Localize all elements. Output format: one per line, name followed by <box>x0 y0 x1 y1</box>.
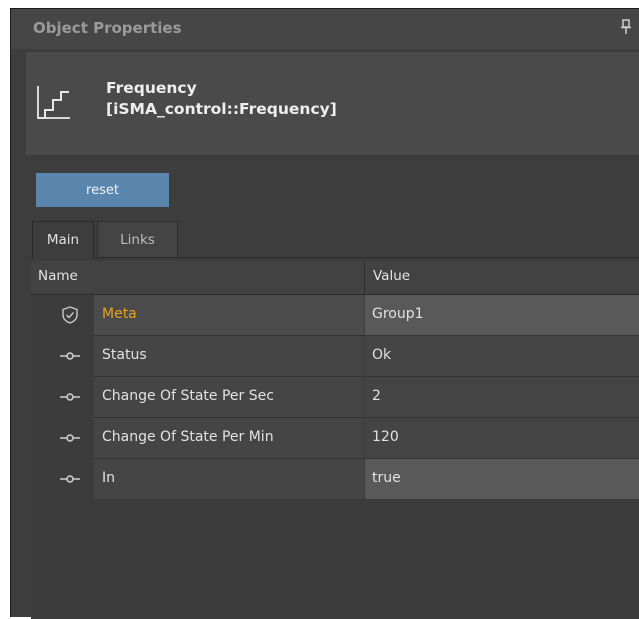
row-value: true <box>372 470 401 486</box>
step-function-icon <box>36 84 72 120</box>
table-row[interactable]: Meta Group1 <box>31 295 639 335</box>
table-row[interactable]: Change Of State Per Min 120 <box>31 418 639 458</box>
object-type: [iSMA_control::Frequency] <box>106 100 337 118</box>
name-cell <box>94 459 364 499</box>
object-properties-panel: Object Properties Frequency [iSMA_contro… <box>10 8 639 619</box>
row-value: 2 <box>372 388 381 404</box>
value-cell[interactable] <box>365 336 639 376</box>
slot-icon <box>59 429 81 447</box>
panel-titlebar: Object Properties <box>11 9 639 49</box>
row-name: In <box>102 470 116 486</box>
row-value: Ok <box>372 347 392 363</box>
slot-icon <box>59 470 81 488</box>
tab-main[interactable]: Main <box>32 221 94 258</box>
table-row[interactable]: Status Ok <box>31 336 639 376</box>
slot-icon <box>59 347 81 365</box>
column-divider[interactable] <box>364 261 365 294</box>
table-row[interactable]: In true <box>31 459 639 499</box>
row-name: Meta <box>102 306 137 322</box>
value-cell[interactable] <box>365 418 639 458</box>
row-name: Change Of State Per Min <box>102 429 274 445</box>
object-header: Frequency [iSMA_control::Frequency] <box>26 52 639 155</box>
tab-links[interactable]: Links <box>97 221 178 257</box>
column-header-name[interactable]: Name <box>38 268 78 284</box>
pin-icon[interactable] <box>619 19 633 35</box>
row-name: Change Of State Per Sec <box>102 388 274 404</box>
shield-check-icon <box>59 306 81 324</box>
table-row[interactable]: Change Of State Per Sec 2 <box>31 377 639 417</box>
column-header-value[interactable]: Value <box>373 268 410 284</box>
properties-grid: Name Value Meta Group1 Status Ok Change … <box>31 257 639 619</box>
reset-button[interactable]: reset <box>36 173 169 207</box>
value-cell[interactable] <box>365 459 639 499</box>
row-value: 120 <box>372 429 399 445</box>
object-name: Frequency <box>106 79 197 97</box>
row-value: Group1 <box>372 306 424 322</box>
slot-icon <box>59 388 81 406</box>
grid-header: Name Value <box>31 261 639 295</box>
row-name: Status <box>102 347 147 363</box>
panel-title: Object Properties <box>33 19 182 37</box>
value-cell[interactable] <box>365 377 639 417</box>
